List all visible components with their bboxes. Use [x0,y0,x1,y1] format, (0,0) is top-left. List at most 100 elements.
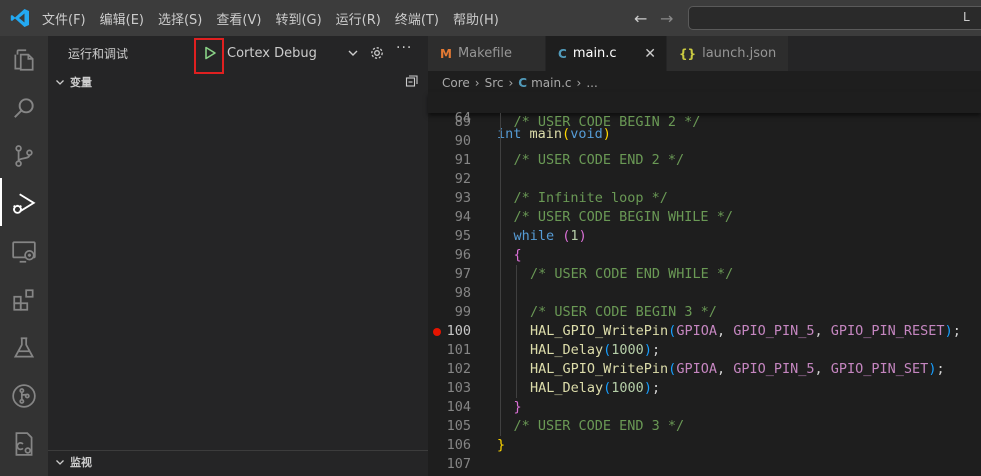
command-center-search[interactable]: L [688,6,981,30]
code-token: , [814,323,831,339]
menu-item[interactable]: 帮助(H) [453,9,499,28]
indent-guide [516,284,517,303]
close-icon[interactable]: ✕ [644,46,656,62]
title-bar: 文件(F) 编辑(E) 选择(S) 查看(V) 转到(G) 运行(R) 终端(T) 帮助(H)… [0,0,981,36]
tab-main-c[interactable]: C main.c ✕ [546,36,667,71]
line-number: 101 [446,342,471,358]
code-token: /* USER CODE END WHILE */ [530,266,734,282]
indent-guide [500,322,501,341]
menu-item[interactable]: 文件(F) [42,9,86,28]
line-number: 107 [446,456,471,472]
line-number: 106 [446,437,471,453]
code-token: /* USER CODE BEGIN 2 */ [513,114,701,130]
tab-label: main.c [572,46,617,61]
line-number: 94 [454,209,471,225]
code-token: /* USER CODE BEGIN WHILE */ [513,209,733,225]
indent-guide [500,113,501,132]
code-line[interactable]: 103 HAL_Delay(1000); [428,379,981,398]
code-token: GPIO_PIN_5 [733,323,815,339]
code-token: ) [643,380,652,396]
tab-makefile[interactable]: M Makefile [428,36,546,71]
code-token: 1 [570,228,579,244]
code-token: ) [944,323,953,339]
menu-item[interactable]: 终端(T) [395,9,439,28]
tab-launch-json[interactable]: {} launch.json [667,36,789,71]
code-line[interactable]: 95 while (1) [428,227,981,246]
code-token: GPIO_PIN_RESET [830,323,945,339]
line-number: 105 [446,418,471,434]
git-graph-icon[interactable] [0,372,48,420]
code-line[interactable]: 100 HAL_GPIO_WritePin(GPIOA, GPIO_PIN_5, … [428,322,981,341]
extensions-icon[interactable] [0,276,48,324]
indent-guide [500,341,501,360]
menu-item[interactable]: 编辑(E) [100,9,144,28]
code-line[interactable]: 105 /* USER CODE END 3 */ [428,417,981,436]
code-line[interactable]: 98 [428,284,981,303]
indent-guide [500,360,501,379]
breadcrumb-item[interactable]: Src [485,76,504,90]
variables-section-header[interactable]: 变量 [48,71,428,93]
code-line[interactable]: 102 HAL_GPIO_WritePin(GPIOA, GPIO_PIN_5, … [428,360,981,379]
code-token: HAL_Delay [530,380,604,396]
menu-item[interactable]: 转到(G) [275,9,321,28]
gear-icon[interactable] [369,45,385,61]
code-line[interactable]: 94 /* USER CODE BEGIN WHILE */ [428,208,981,227]
code-token: ; [651,380,661,396]
menu-item[interactable]: 运行(R) [336,9,381,28]
code-line[interactable]: 89 /* USER CODE BEGIN 2 */ [428,113,981,132]
code-line[interactable]: 96 { [428,246,981,265]
debug-config-select[interactable]: Cortex Debug [225,42,360,64]
chevron-right-icon: › [576,76,582,90]
code-token: GPIOA [676,361,717,377]
code-line[interactable]: 92 [428,170,981,189]
remote-explorer-icon[interactable] [0,228,48,276]
search-icon[interactable] [0,84,48,132]
forward-arrow-icon[interactable]: → [660,9,673,28]
code-token: while [513,228,555,244]
cmake-icon[interactable] [0,420,48,468]
breadcrumb-item[interactable]: ... [586,76,597,90]
testing-icon[interactable] [0,324,48,372]
start-debugging-button[interactable] [198,41,222,65]
collapse-all-icon[interactable] [405,74,419,88]
indent-guide [500,132,501,151]
source-control-icon[interactable] [0,132,48,180]
code-line[interactable]: 104} [428,398,981,417]
indent-guide [516,341,517,360]
code-line[interactable]: 97 /* USER CODE END WHILE */ [428,265,981,284]
chevron-right-icon: › [474,76,480,90]
code-line[interactable]: 90 [428,132,981,151]
line-number: 96 [454,247,471,263]
vscode-logo-icon [10,9,30,27]
code-token: , [716,361,734,377]
back-arrow-icon[interactable]: ← [634,9,647,28]
code-line[interactable]: 93 /* Infinite loop */ [428,189,981,208]
breadcrumb-item[interactable]: Core [442,76,470,90]
watch-section-header[interactable]: 监视 [48,451,428,473]
variables-label: 变量 [70,76,92,89]
code-token: , [716,323,734,339]
indent-guide [516,322,517,341]
breadcrumb-item[interactable]: main.c [531,76,571,90]
more-actions-icon[interactable]: ··· [396,40,412,56]
code-area[interactable]: 89 /* USER CODE BEGIN 2 */ 90 91 /* USER COD… [428,113,981,474]
code-line[interactable]: 91 /* USER CODE END 2 */ [428,151,981,170]
sticky-scroll-header[interactable]: 64 int main(void) [428,92,981,142]
chevron-down-icon [56,460,64,465]
menu-bar: 文件(F) 编辑(E) 选择(S) 查看(V) 转到(G) 运行(R) 终端(T) 帮助(H) [42,0,513,36]
run-debug-icon[interactable] [0,180,48,228]
indent-guide [500,265,501,284]
code-token: /* USER CODE BEGIN 3 */ [530,304,717,320]
explorer-icon[interactable] [0,36,48,84]
menu-item[interactable]: 查看(V) [216,9,261,28]
menu-item[interactable]: 选择(S) [158,9,202,28]
code-line[interactable]: 99 /* USER CODE BEGIN 3 */ [428,303,981,322]
code-token: 1000 [611,342,644,358]
code-line[interactable]: 106} [428,436,981,455]
indent-guide [500,398,501,417]
line-number: 90 [454,133,471,149]
code-token: ) [578,228,587,244]
code-line[interactable]: 107 [428,455,981,474]
indent-guide [516,379,517,398]
code-line[interactable]: 101 HAL_Delay(1000); [428,341,981,360]
